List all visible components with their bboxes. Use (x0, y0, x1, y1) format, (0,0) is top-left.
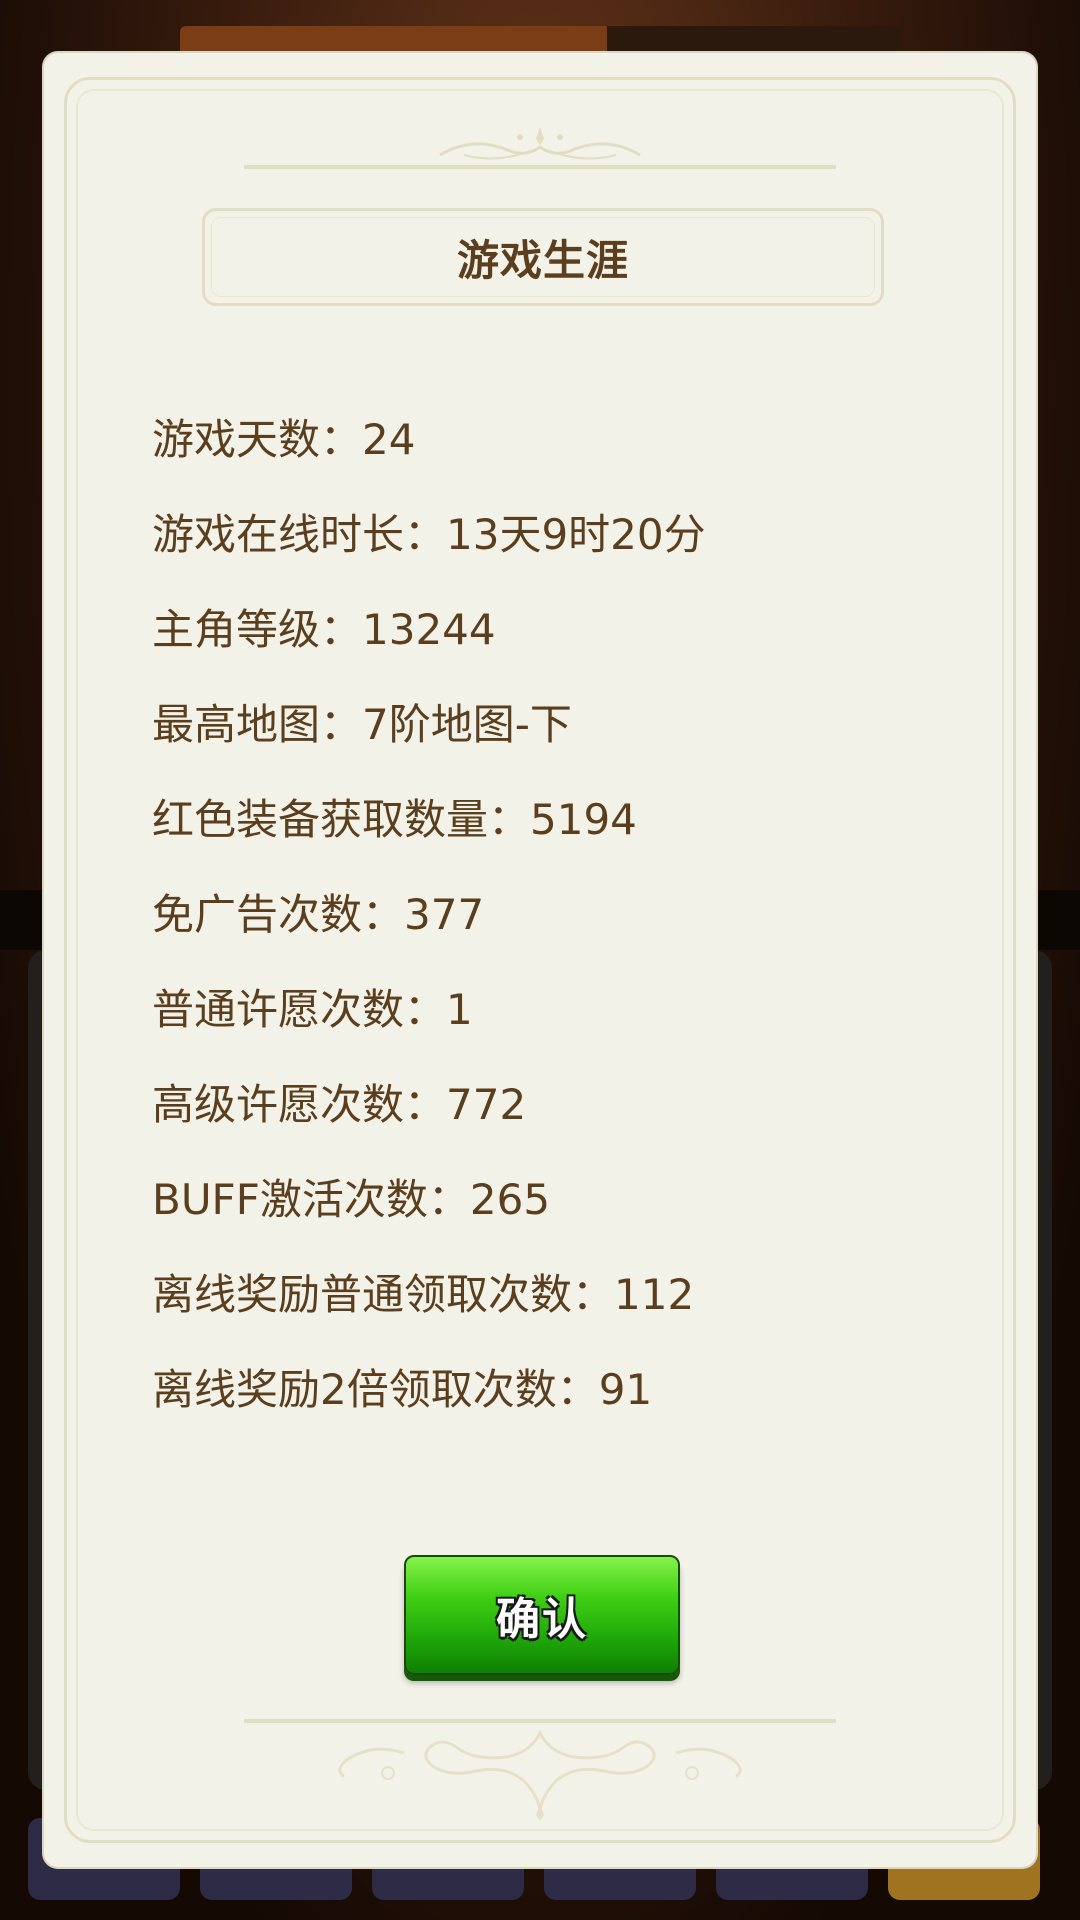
confirm-button[interactable]: 确认 (404, 1555, 680, 1675)
stat-label: 高级许愿次数： (152, 1080, 447, 1129)
stat-online-time: 游戏在线时长：13天9时20分 (152, 501, 952, 596)
stat-value: 13244 (362, 605, 496, 654)
stat-offline-normal: 离线奖励普通领取次数：112 (152, 1261, 952, 1356)
stat-label: BUFF激活次数： (152, 1175, 470, 1224)
stat-value: 265 (469, 1175, 551, 1224)
stat-label: 主角等级： (152, 605, 363, 654)
stat-highest-map: 最高地图：7阶地图-下 (152, 691, 952, 786)
stat-label: 游戏在线时长： (152, 510, 447, 559)
stat-normal-wish: 普通许愿次数：1 (152, 976, 952, 1071)
stat-value: 377 (404, 890, 485, 939)
stat-red-equipment: 红色装备获取数量：5194 (152, 786, 952, 881)
stat-buff-activations: BUFF激活次数：265 (152, 1166, 952, 1261)
stat-value: 7阶地图-下 (362, 700, 572, 749)
stat-value: 5194 (530, 795, 637, 844)
stat-hero-level: 主角等级：13244 (152, 596, 952, 691)
stats-list: 游戏天数：24 游戏在线时长：13天9时20分 主角等级：13244 最高地图：… (152, 406, 952, 1451)
career-dialog: 游戏生涯 游戏天数：24 游戏在线时长：13天9时20分 主角等级：13244 … (44, 53, 1036, 1867)
stat-offline-double: 离线奖励2倍领取次数：91 (152, 1356, 952, 1451)
stat-play-days: 游戏天数：24 (152, 406, 952, 501)
stat-value: 91 (598, 1365, 653, 1414)
stat-ad-free: 免广告次数：377 (152, 881, 952, 976)
stat-value: 1 (446, 985, 473, 1034)
top-ornament-icon (244, 127, 836, 169)
stat-label: 普通许愿次数： (152, 985, 447, 1034)
stat-label: 离线奖励普通领取次数： (152, 1270, 615, 1319)
stat-label: 免广告次数： (152, 890, 405, 939)
stat-value: 24 (362, 415, 416, 464)
bottom-ornament-icon (244, 1719, 836, 1821)
stat-label: 红色装备获取数量： (152, 795, 531, 844)
title-banner: 游戏生涯 (202, 208, 884, 306)
stat-label: 离线奖励2倍领取次数： (152, 1365, 599, 1414)
stat-value: 13天9时20分 (446, 510, 706, 559)
dialog-title: 游戏生涯 (456, 235, 629, 285)
stat-label: 游戏天数： (152, 415, 363, 464)
stat-value: 772 (446, 1080, 527, 1129)
confirm-button-label: 确认 (496, 1594, 588, 1645)
stat-value: 112 (614, 1270, 695, 1319)
stat-advanced-wish: 高级许愿次数：772 (152, 1071, 952, 1166)
stat-label: 最高地图： (152, 700, 363, 749)
